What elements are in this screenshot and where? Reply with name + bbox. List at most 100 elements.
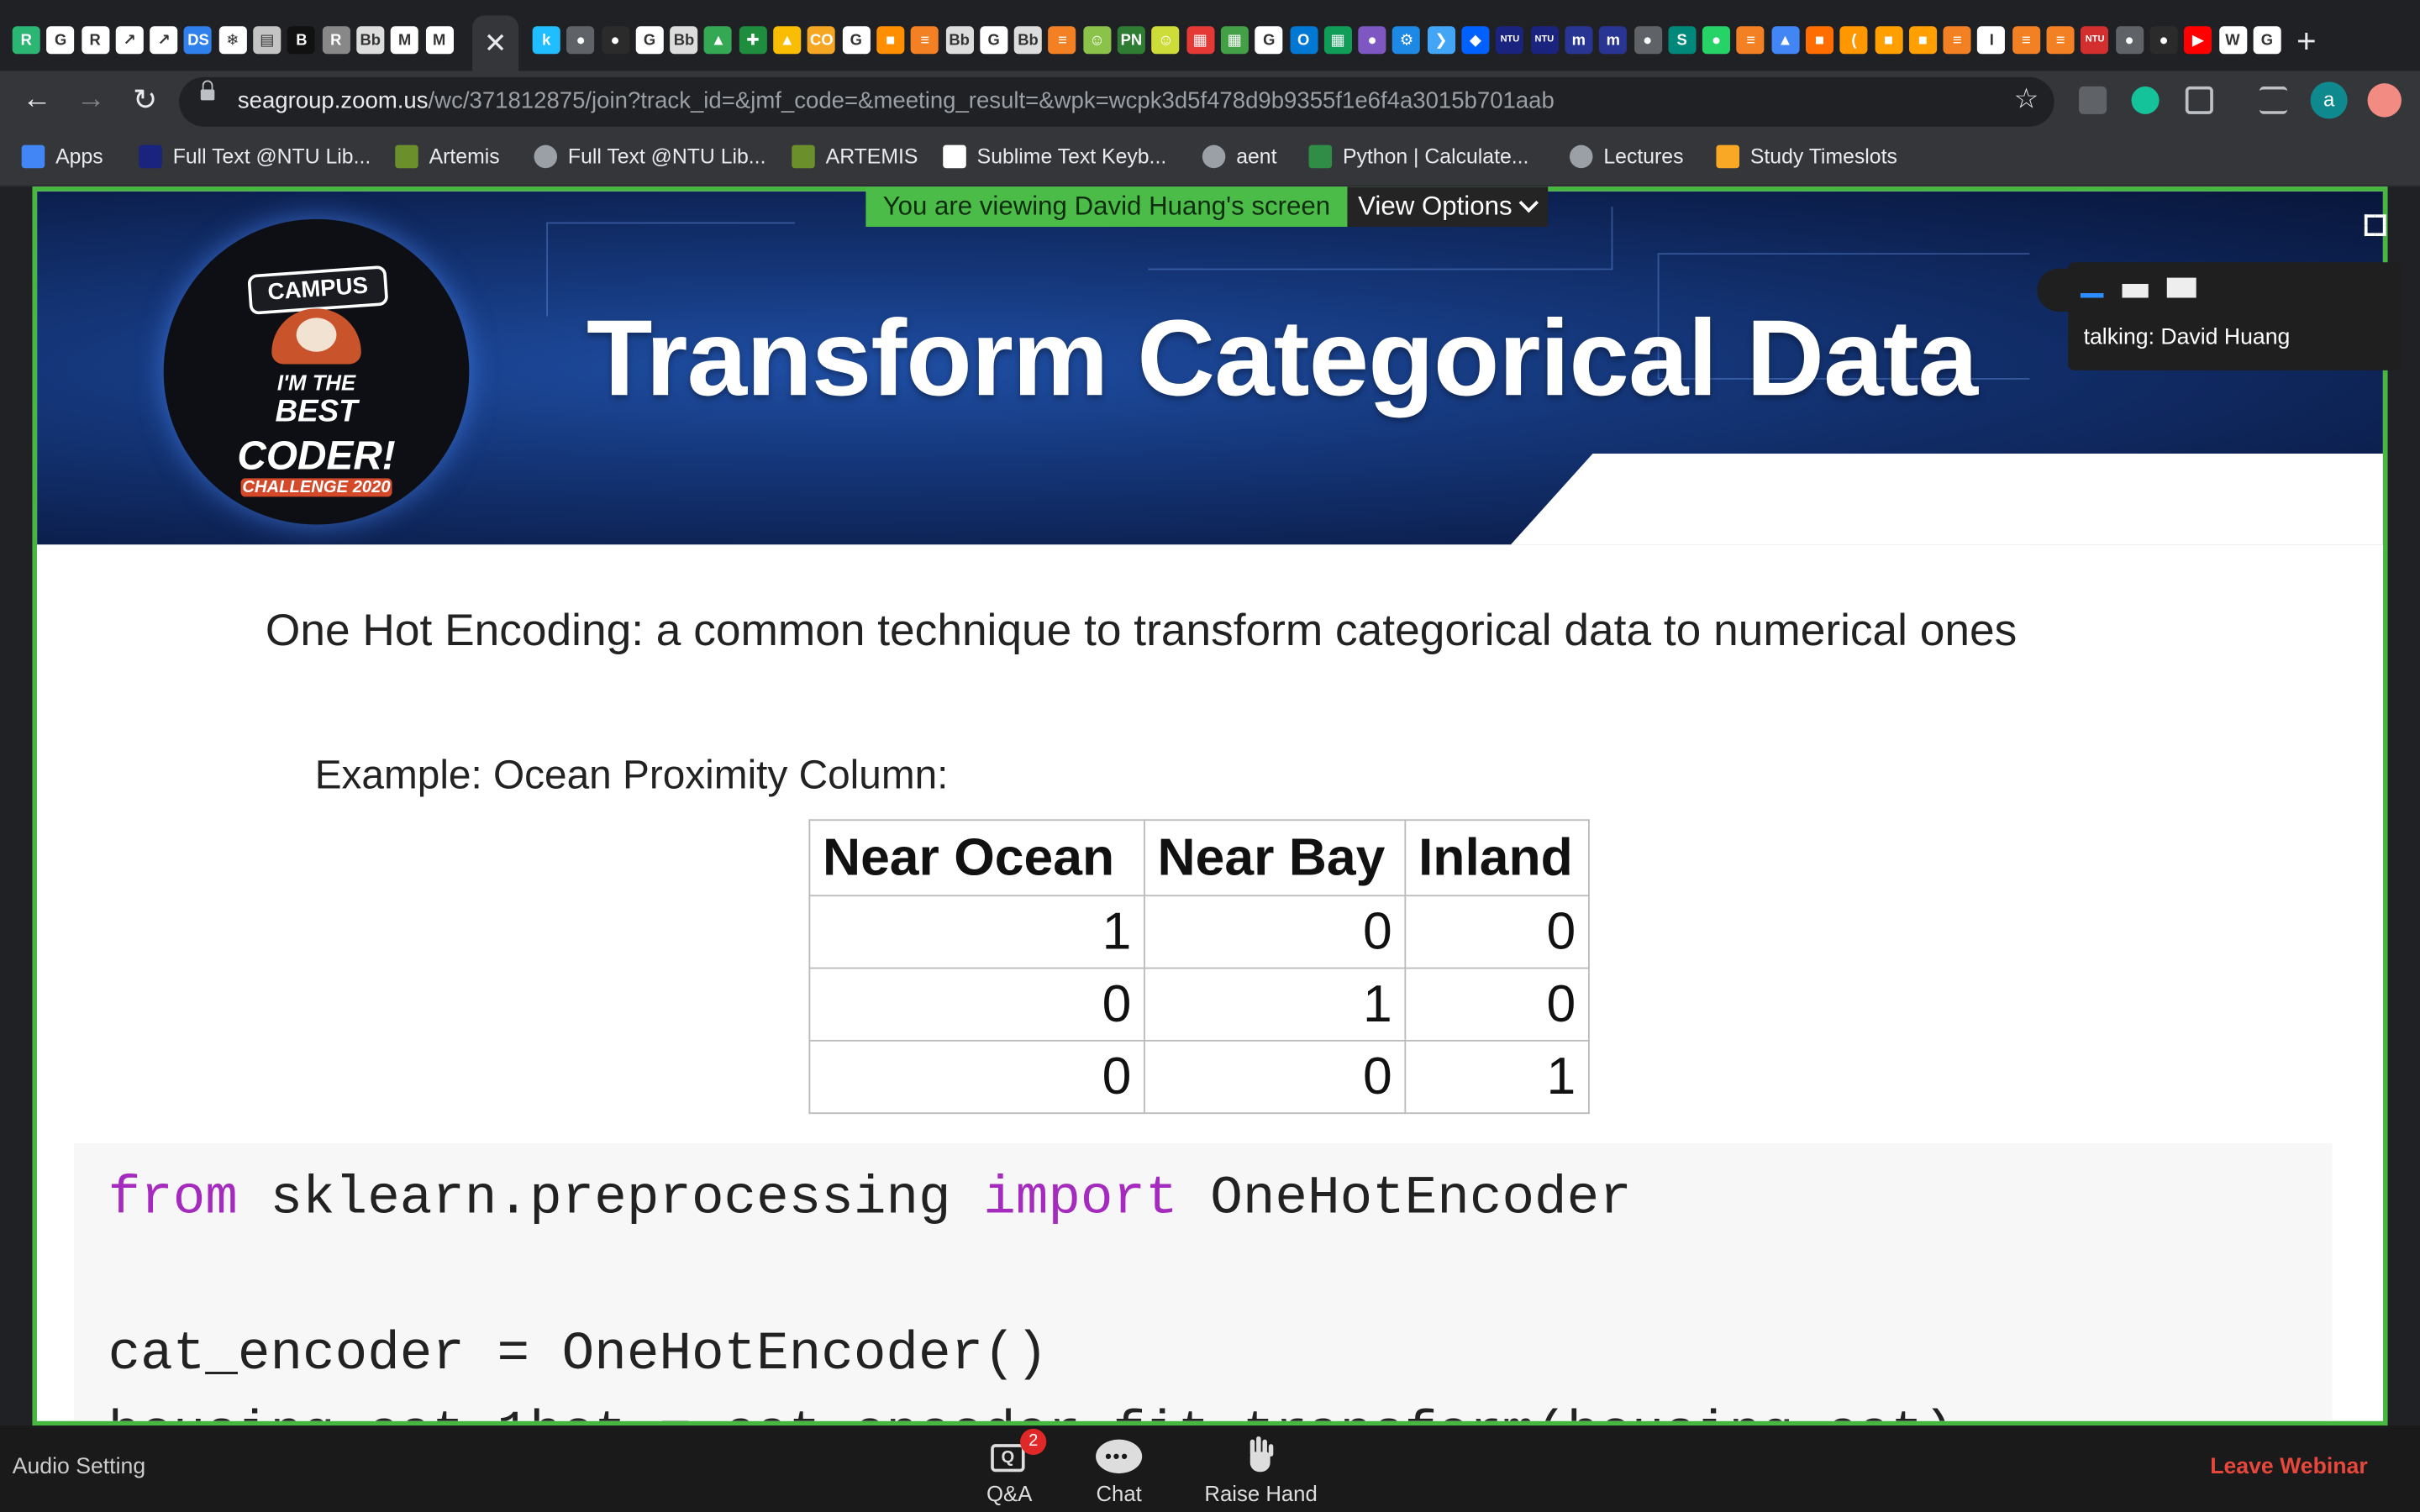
google-favicon[interactable]: G <box>980 26 1008 55</box>
leave-webinar-button[interactable]: Leave Webinar <box>2210 1455 2368 1479</box>
bookmark-item[interactable]: Python | Calculate... <box>1308 144 1528 169</box>
back-button[interactable]: ← <box>18 83 55 117</box>
ntu-favicon-3[interactable]: NTU <box>2081 26 2109 55</box>
whatsapp-favicon[interactable]: ● <box>1702 26 1731 55</box>
bookmark-item[interactable]: Study Timeslots <box>1716 144 1897 169</box>
view-options-button[interactable]: View Options <box>1347 186 1548 227</box>
stackoverflow-favicon[interactable]: ≡ <box>2046 26 2075 55</box>
github-favicon[interactable]: ● <box>601 26 629 55</box>
qa-button[interactable]: Q 2 Q&A <box>948 1428 1071 1506</box>
google-favicon[interactable]: G <box>842 26 871 55</box>
minimize-video-icon[interactable] <box>2080 292 2104 298</box>
bookmark-item[interactable]: Lectures <box>1569 144 1683 169</box>
bookmark-item[interactable]: Apps <box>21 144 103 169</box>
smiley-favicon[interactable]: ☺ <box>1082 26 1111 55</box>
smiley-favicon[interactable]: ☺ <box>1151 26 1180 55</box>
url-text[interactable]: seagroup.zoom.us/wc/371812875/join?track… <box>238 88 1555 114</box>
r-favicon[interactable]: R <box>81 26 109 55</box>
address-bar[interactable]: seagroup.zoom.us/wc/371812875/join?track… <box>179 76 2054 127</box>
cursor-favicon[interactable]: I <box>1977 26 2006 55</box>
cc-favicon[interactable]: CO <box>808 26 836 55</box>
orange-favicon[interactable]: ■ <box>876 26 905 55</box>
blackboard-favicon[interactable]: Bb <box>1014 26 1043 55</box>
fullscreen-icon[interactable] <box>2364 214 2386 237</box>
ds-favicon[interactable]: DS <box>184 26 213 55</box>
table-cell: 1 <box>808 895 1145 969</box>
media-control-icon[interactable] <box>2259 86 2288 114</box>
plus-favicon[interactable]: ✚ <box>739 26 767 55</box>
grammarly-icon[interactable] <box>2131 86 2160 114</box>
grid-favicon[interactable]: ▦ <box>1186 26 1214 55</box>
google-favicon[interactable]: G <box>2253 26 2281 55</box>
github-favicon[interactable]: ● <box>2149 26 2178 55</box>
chart-favicon-2[interactable]: ↗ <box>150 26 178 55</box>
update-icon[interactable] <box>2367 83 2402 118</box>
chat-button[interactable]: ••• Chat <box>1057 1433 1181 1506</box>
chart-favicon[interactable]: ↗ <box>115 26 144 55</box>
gmail-favicon[interactable]: M <box>391 26 419 55</box>
book-favicon-2[interactable]: ■ <box>1908 26 1937 55</box>
grid-extension-icon[interactable] <box>2185 86 2213 114</box>
bookmark-item[interactable]: ARTEMIS <box>792 144 918 169</box>
bookmark-item[interactable]: Sublime Text Keyb... <box>943 144 1166 169</box>
m-favicon-2[interactable]: m <box>1599 26 1628 55</box>
m-favicon[interactable]: m <box>1565 26 1593 55</box>
globe-favicon[interactable]: ● <box>566 26 595 55</box>
globe-favicon[interactable]: ● <box>1634 26 1662 55</box>
gear-favicon[interactable]: ⚙ <box>1392 26 1421 55</box>
bookmark-item[interactable]: Full Text @NTU Lib... <box>534 144 765 169</box>
orange-favicon[interactable]: ■ <box>1805 26 1834 55</box>
profile-avatar[interactable]: a <box>2310 81 2348 119</box>
arc-favicon[interactable]: ( <box>1839 26 1868 55</box>
wikipedia-favicon[interactable]: W <box>2218 26 2247 55</box>
kaggle-favicon[interactable]: k <box>532 26 560 55</box>
outlook-favicon[interactable]: O <box>1289 26 1318 55</box>
stackoverflow-favicon[interactable]: ≡ <box>1943 26 1971 55</box>
bookmark-item[interactable]: Artemis <box>395 144 500 169</box>
stackoverflow-favicon[interactable]: ≡ <box>911 26 939 55</box>
blackboard-favicon[interactable]: Bb <box>670 26 698 55</box>
reload-button[interactable]: ↻ <box>127 83 164 118</box>
google-favicon[interactable]: G <box>635 26 664 55</box>
box-favicon[interactable]: ▤ <box>253 26 281 55</box>
dropbox-favicon[interactable]: ◆ <box>1461 26 1490 55</box>
snowflake-favicon[interactable]: ❄ <box>218 26 247 55</box>
globe-favicon[interactable]: ● <box>2115 26 2144 55</box>
new-tab-button[interactable]: + <box>2296 22 2317 62</box>
drive-favicon[interactable]: ▲ <box>1770 26 1800 55</box>
google-favicon[interactable]: G <box>1255 26 1283 55</box>
bookmark-item[interactable]: aent <box>1202 144 1276 169</box>
panel-handle[interactable] <box>2037 268 2078 312</box>
blackboard-favicon[interactable]: Bb <box>356 26 385 55</box>
bold-b-favicon[interactable]: B <box>287 26 316 55</box>
ntu-favicon-2[interactable]: NTU <box>1530 26 1559 55</box>
audio-setting-button[interactable]: Audio Setting <box>13 1455 145 1479</box>
circle-favicon[interactable]: ● <box>1358 26 1386 55</box>
google-favicon[interactable]: G <box>46 26 75 55</box>
stackoverflow-favicon[interactable]: ≡ <box>1048 26 1077 55</box>
flutter-favicon[interactable]: ❯ <box>1427 26 1455 55</box>
large-video-icon[interactable] <box>2166 277 2196 298</box>
active-tab-close-button[interactable]: ✕ <box>472 15 519 71</box>
s-favicon[interactable]: S <box>1668 26 1697 55</box>
gmail-favicon-2[interactable]: M <box>425 26 454 55</box>
forward-button[interactable]: → <box>72 83 109 117</box>
ntu-favicon[interactable]: NTU <box>1496 26 1524 55</box>
bookmark-star-icon[interactable]: ☆ <box>2014 83 2039 116</box>
drive-favicon[interactable]: ▲ <box>773 26 802 55</box>
stackoverflow-favicon[interactable]: ≡ <box>2012 26 2040 55</box>
researchgate-favicon[interactable]: R <box>12 26 40 55</box>
youtube-favicon[interactable]: ▶ <box>2184 26 2212 55</box>
extension-icon[interactable] <box>2079 86 2107 114</box>
sheet-favicon[interactable]: ▦ <box>1323 26 1352 55</box>
raise-hand-button[interactable]: Raise Hand <box>1199 1433 1323 1506</box>
r-studio-favicon[interactable]: R <box>322 26 350 55</box>
pn-favicon[interactable]: PN <box>1117 26 1145 55</box>
small-video-icon[interactable] <box>2122 283 2149 298</box>
drive-favicon[interactable]: ▲ <box>704 26 733 55</box>
grid-favicon[interactable]: ▦ <box>1220 26 1249 55</box>
stackoverflow-favicon[interactable]: ≡ <box>1737 26 1765 55</box>
book-favicon[interactable]: ■ <box>1874 26 1902 55</box>
bookmark-item[interactable]: Full Text @NTU Lib... <box>139 144 371 169</box>
blackboard-favicon[interactable]: Bb <box>945 26 974 55</box>
